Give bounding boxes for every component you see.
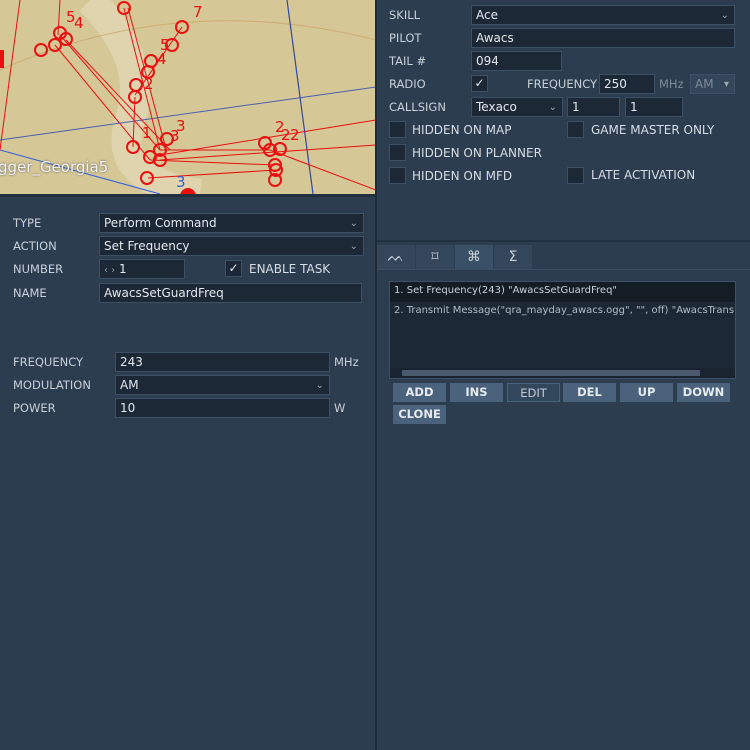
waypoint-label: 3: [170, 127, 180, 145]
chevron-down-icon: ⌄: [349, 218, 358, 229]
power-input[interactable]: 10: [115, 398, 330, 418]
waypoint-label: 4: [157, 50, 167, 68]
action-value: Set Frequency: [104, 239, 190, 253]
add-button[interactable]: ADD: [393, 383, 446, 402]
enable-task-label: ENABLE TASK: [249, 262, 331, 276]
action-list[interactable]: 1. Set Frequency(243) "AwacsSetGuardFreq…: [389, 281, 736, 379]
sigma-icon: Σ: [508, 249, 518, 265]
tail-label: TAIL #: [389, 54, 427, 68]
delete-button[interactable]: DEL: [563, 383, 616, 402]
hidden-on-map-checkbox[interactable]: [389, 121, 406, 138]
number-label: NUMBER: [13, 262, 64, 276]
callsign-number-2[interactable]: 1: [625, 97, 683, 117]
map-divider: [0, 194, 376, 197]
type-select[interactable]: Perform Command ⌄: [99, 213, 364, 233]
enable-task-checkbox[interactable]: ✓: [225, 260, 242, 277]
mhz-label: MHz: [334, 355, 359, 369]
scrollbar-thumb[interactable]: [402, 370, 700, 376]
section-divider: [377, 240, 750, 242]
frequency-label: FREQUENCY: [13, 355, 84, 369]
chevron-down-icon: ⌄: [720, 10, 729, 21]
pilot-input[interactable]: Awacs: [471, 28, 735, 48]
list-item[interactable]: 1. Set Frequency(243) "AwacsSetGuardFreq…: [390, 282, 735, 302]
radio-label: RADIO: [389, 77, 426, 91]
hidden-on-planner-label: HIDDEN ON PLANNER: [412, 146, 542, 160]
type-label: TYPE: [13, 216, 42, 230]
chevron-down-icon: ▾: [723, 79, 729, 90]
waypoint-label: 2: [144, 75, 154, 93]
up-button[interactable]: UP: [620, 383, 673, 402]
late-activation-label: LATE ACTIVATION: [591, 168, 696, 182]
skill-label: SKILL: [389, 8, 421, 22]
waypoint-label: 2: [290, 126, 300, 144]
waypoint-label: 4: [74, 14, 84, 32]
chevron-down-icon: ⌄: [349, 241, 358, 252]
modulation-value: AM: [695, 77, 714, 91]
action-select[interactable]: Set Frequency ⌄: [99, 236, 364, 256]
route-icon: ᨓ: [387, 249, 405, 265]
type-value: Perform Command: [104, 216, 217, 230]
chevron-down-icon: ⌄: [315, 380, 324, 391]
chevron-down-icon: ⌄: [548, 102, 557, 113]
tail-input[interactable]: 094: [471, 51, 562, 71]
target-icon: ⌑: [431, 249, 439, 265]
name-input[interactable]: AwacsSetGuardFreq: [99, 283, 362, 303]
game-master-only-label: GAME MASTER ONLY: [591, 123, 715, 137]
list-item[interactable]: 2. Transmit Message("qra_mayday_awacs.og…: [390, 302, 735, 322]
modulation-label: MODULATION: [13, 378, 91, 392]
tab-underline: [377, 269, 750, 270]
insert-button[interactable]: INS: [450, 383, 503, 402]
waypoint-label: 1: [142, 124, 152, 142]
mission-map[interactable]: 5 4 7 5 4 2 1 3 3 2 2 2 3 gger_Georgia5: [0, 0, 376, 194]
tab-triggers[interactable]: Σ: [494, 245, 532, 269]
game-master-only-checkbox[interactable]: [567, 121, 584, 138]
callsign-number-1[interactable]: 1: [567, 97, 620, 117]
name-label: NAME: [13, 286, 47, 300]
callsign-value: Texaco: [476, 100, 517, 114]
power-unit-label: W: [334, 401, 346, 415]
panel-divider: [375, 0, 377, 750]
waypoint-label: 7: [193, 3, 203, 21]
map-layer-label: gger_Georgia5: [0, 158, 109, 176]
skill-value: Ace: [476, 8, 498, 22]
clone-button[interactable]: CLONE: [393, 405, 446, 424]
hidden-on-map-label: HIDDEN ON MAP: [412, 123, 512, 137]
frequency-input[interactable]: 243: [115, 352, 330, 372]
unit-modulation-select[interactable]: AM ▾: [690, 74, 735, 94]
mhz-label: MHz: [659, 77, 684, 91]
modulation-select[interactable]: AM ⌄: [115, 375, 330, 395]
pilot-label: PILOT: [389, 31, 422, 45]
hidden-on-mfd-label: HIDDEN ON MFD: [412, 169, 513, 183]
tab-targets[interactable]: ⌑: [416, 245, 454, 269]
number-stepper[interactable]: ‹ › 1: [99, 259, 185, 279]
tab-route[interactable]: ᨓ: [377, 245, 415, 269]
stepper-arrows-icon[interactable]: ‹ ›: [104, 265, 115, 276]
command-icon: ⌘: [467, 249, 481, 265]
hidden-on-mfd-checkbox[interactable]: [389, 167, 406, 184]
late-activation-checkbox[interactable]: [567, 167, 584, 184]
callsign-label: CALLSIGN: [389, 100, 446, 114]
horizontal-scrollbar[interactable]: [390, 368, 735, 378]
edit-button[interactable]: EDIT: [507, 383, 560, 402]
modulation-value: AM: [120, 378, 139, 392]
frequency-label: FREQUENCY: [527, 77, 598, 91]
power-label: POWER: [13, 401, 56, 415]
skill-select[interactable]: Ace ⌄: [471, 5, 735, 25]
radio-checkbox[interactable]: ✓: [471, 75, 488, 92]
action-label: ACTION: [13, 239, 57, 253]
hidden-on-planner-checkbox[interactable]: [389, 144, 406, 161]
down-button[interactable]: DOWN: [677, 383, 730, 402]
waypoint-label: 3: [176, 173, 186, 191]
tab-commands[interactable]: ⌘: [455, 245, 493, 269]
unit-frequency-input[interactable]: 250: [599, 74, 655, 94]
callsign-select[interactable]: Texaco ⌄: [471, 97, 563, 117]
number-value: 1: [119, 262, 127, 276]
